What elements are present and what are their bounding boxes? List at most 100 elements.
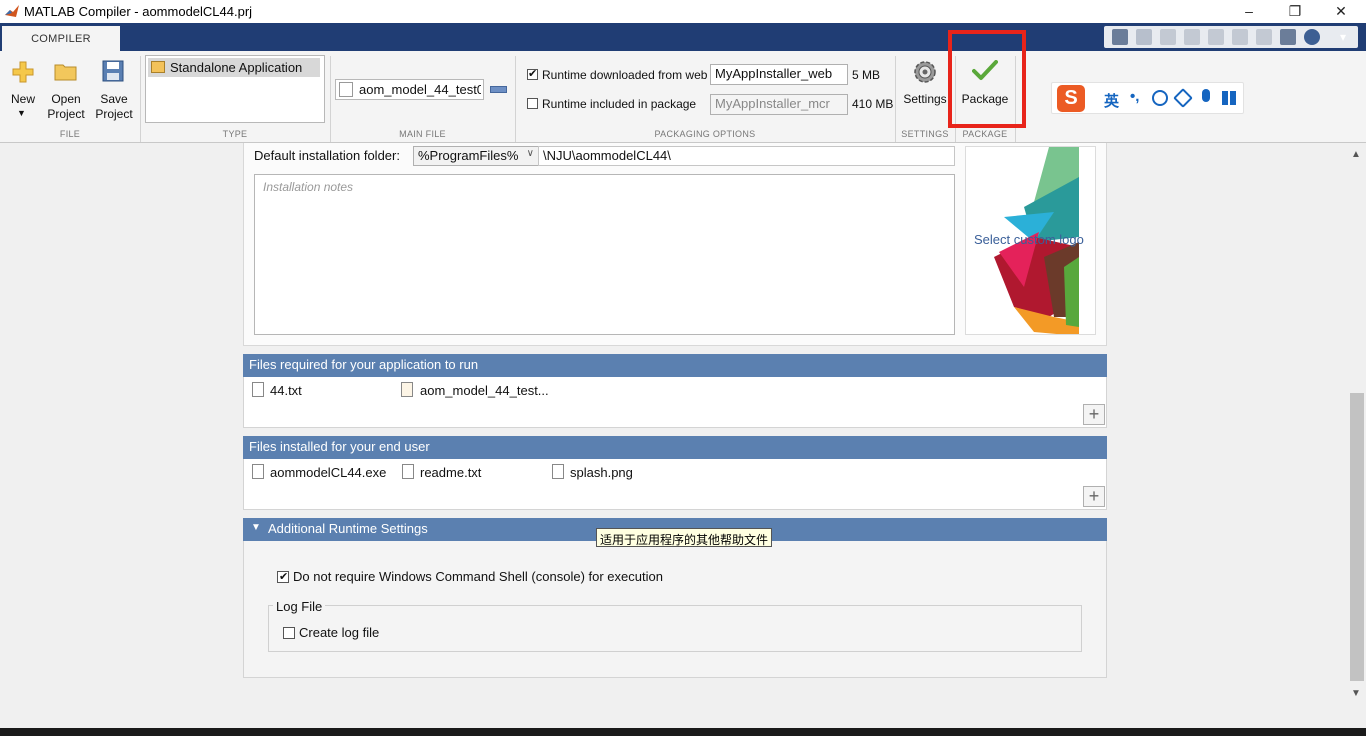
mfile-icon xyxy=(401,382,413,397)
notes-placeholder: Installation notes xyxy=(263,180,354,194)
install-folder-root-select[interactable]: %ProgramFiles% ∨ xyxy=(413,146,539,166)
runtime-included-label: Runtime included in package xyxy=(542,97,697,111)
checkmark-icon: ✔ xyxy=(279,571,289,583)
app-window-icon xyxy=(151,61,165,73)
files-required-header: Files required for your application to r… xyxy=(243,354,1107,377)
cut-icon[interactable] xyxy=(1160,29,1176,45)
installed-file-item[interactable]: readme.txt xyxy=(402,464,512,480)
help-icon[interactable] xyxy=(1304,29,1320,45)
microphone-icon[interactable] xyxy=(1202,89,1210,102)
remove-main-file-button[interactable] xyxy=(490,86,507,93)
log-file-group xyxy=(268,605,1082,652)
package-highlight-box xyxy=(948,30,1026,128)
select-custom-logo-label: Select custom logo xyxy=(974,232,1084,247)
folder-icon xyxy=(54,64,77,81)
window-title: MATLAB Compiler - aommodelCL44.prj xyxy=(24,4,253,19)
installed-file-name: readme.txt xyxy=(420,465,482,480)
collapse-ribbon-icon[interactable]: ▾ xyxy=(1340,30,1346,44)
switch-windows-icon[interactable] xyxy=(1280,29,1296,45)
open-project-label: Open Project xyxy=(47,92,85,121)
installed-file-name: aommodelCL44.exe xyxy=(270,465,387,480)
scrollbar-thumb[interactable] xyxy=(1350,393,1364,681)
main-file-entry[interactable]: aom_model_44_test04 xyxy=(335,79,484,100)
undo-icon[interactable] xyxy=(1232,29,1248,45)
add-required-file-button[interactable]: + xyxy=(1083,404,1105,425)
emoji-icon[interactable] xyxy=(1152,90,1168,106)
save-icon[interactable] xyxy=(1136,29,1152,45)
save-project-label: Save Project xyxy=(95,92,133,121)
redo-icon[interactable] xyxy=(1256,29,1272,45)
tab-compiler[interactable]: COMPILER xyxy=(2,26,120,51)
no-console-checkbox[interactable]: ✔ xyxy=(277,571,289,583)
installed-file-item[interactable]: splash.png xyxy=(552,464,662,480)
install-folder-path-input[interactable]: \NJU\aommodelCL44\ xyxy=(538,146,955,166)
file-section-label: FILE xyxy=(59,129,81,139)
save-project-button[interactable]: Save Project xyxy=(92,58,136,128)
title-bar: MATLAB Compiler - aommodelCL44.prj – ❐ ✕ xyxy=(0,0,1366,23)
log-file-group-label: Log File xyxy=(273,599,326,614)
main-file-section-label: MAIN FILE xyxy=(399,129,446,139)
type-selected-label: Standalone Application xyxy=(170,60,303,75)
runtime-web-label: Runtime downloaded from web xyxy=(542,68,708,82)
tooltip: 适用于应用程序的其他帮助文件 xyxy=(596,528,772,547)
ime-lang-toggle[interactable]: 英 xyxy=(1104,90,1119,111)
required-file-item[interactable]: 44.txt xyxy=(252,382,382,398)
new-plus-icon xyxy=(12,61,34,83)
runtime-web-checkbox[interactable]: ✔ xyxy=(527,68,538,80)
installation-notes-textarea[interactable]: Installation notes xyxy=(254,174,955,335)
close-button[interactable]: ✕ xyxy=(1318,0,1364,23)
scroll-down-icon[interactable]: ▼ xyxy=(1351,688,1361,699)
install-folder-root-value: %ProgramFiles% xyxy=(418,148,519,163)
chevron-down-icon: ▼ xyxy=(17,108,26,118)
create-log-label: Create log file xyxy=(299,625,380,640)
settings-label: Settings xyxy=(903,92,947,106)
create-log-checkbox[interactable] xyxy=(283,627,295,639)
files-installed-header: Files installed for your end user xyxy=(243,436,1107,459)
search-docs-icon[interactable] xyxy=(1112,29,1128,45)
scroll-up-icon[interactable]: ▲ xyxy=(1351,149,1361,160)
collapse-triangle-icon: ▼ xyxy=(251,522,261,533)
runtime-included-name-input[interactable]: MyAppInstaller_mcr xyxy=(710,94,848,115)
matlab-logo-icon xyxy=(5,5,19,17)
no-console-label: Do not require Windows Command Shell (co… xyxy=(293,569,663,584)
copy-icon[interactable] xyxy=(1184,29,1200,45)
runtime-settings-title: Additional Runtime Settings xyxy=(268,521,428,536)
ime-punct-toggle[interactable]: •, xyxy=(1130,88,1139,105)
taskbar xyxy=(0,728,1366,736)
install-folder-label: Default installation folder: xyxy=(254,148,400,163)
gear-icon xyxy=(914,61,936,83)
minimize-button[interactable]: – xyxy=(1226,0,1272,23)
exe-file-icon xyxy=(252,464,264,479)
add-installed-file-button[interactable]: + xyxy=(1083,486,1105,507)
installed-file-item[interactable]: aommodelCL44.exe xyxy=(252,464,392,480)
installed-file-name: splash.png xyxy=(570,465,633,480)
sogou-logo-icon[interactable]: S xyxy=(1057,85,1085,112)
new-label: New xyxy=(10,92,35,106)
maximize-button[interactable]: ❐ xyxy=(1272,0,1318,23)
package-section-label: PACKAGE xyxy=(962,129,1008,139)
new-button[interactable]: New ▼ xyxy=(6,58,40,128)
checkmark-icon: ✔ xyxy=(528,68,538,80)
paste-icon[interactable] xyxy=(1208,29,1224,45)
text-file-icon xyxy=(252,382,264,397)
grid-menu-icon[interactable] xyxy=(1222,91,1236,105)
main-file-name: aom_model_44_test04 xyxy=(359,82,481,97)
runtime-included-checkbox[interactable] xyxy=(527,98,538,109)
settings-button[interactable]: Settings xyxy=(898,56,952,126)
ime-toolbar: S 英 •, xyxy=(1051,82,1244,114)
runtime-web-size: 5 MB xyxy=(852,68,881,82)
custom-logo-area[interactable]: Select custom logo xyxy=(965,146,1096,335)
required-file-item[interactable]: aom_model_44_test... xyxy=(401,382,561,398)
open-project-button[interactable]: Open Project xyxy=(44,58,88,128)
mfile-icon xyxy=(339,82,353,97)
pen-icon[interactable] xyxy=(1173,88,1193,108)
text-file-icon xyxy=(402,464,414,479)
chevron-down-icon: ∨ xyxy=(526,148,534,159)
runtime-web-name-input[interactable]: MyAppInstaller_web xyxy=(710,64,848,85)
runtime-included-size: 410 MB xyxy=(852,97,894,111)
required-file-name: aom_model_44_test... xyxy=(420,383,549,398)
required-file-name: 44.txt xyxy=(270,383,302,398)
type-standalone-application[interactable]: Standalone Application xyxy=(148,58,320,77)
save-disk-icon xyxy=(102,60,124,82)
image-file-icon xyxy=(552,464,564,479)
